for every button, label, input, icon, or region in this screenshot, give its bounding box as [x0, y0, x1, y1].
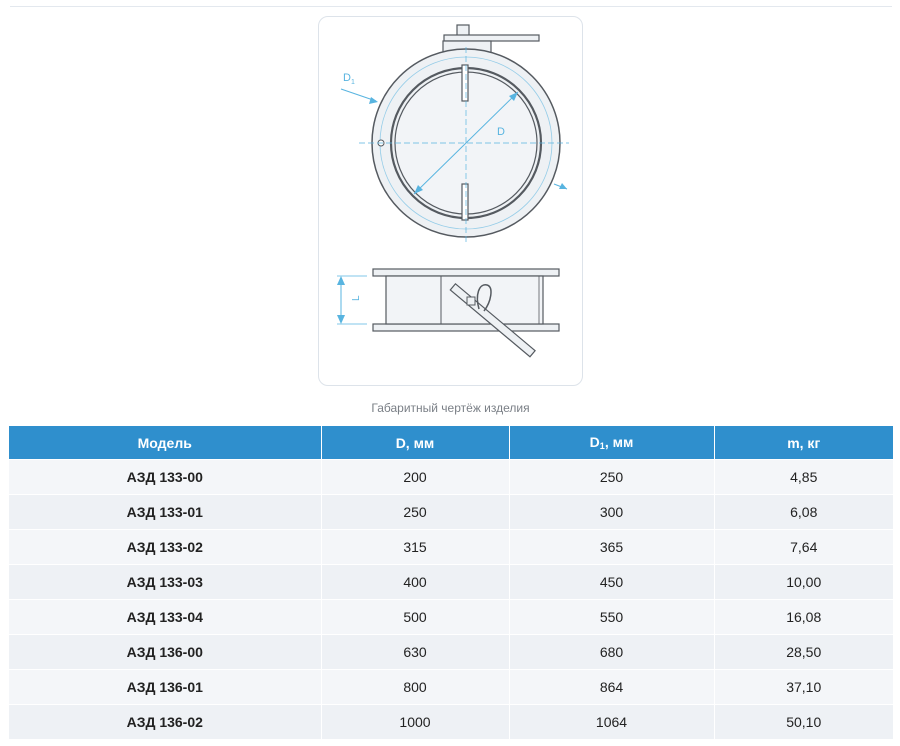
header-m: m, кг — [714, 426, 893, 460]
cell-d: 200 — [321, 459, 510, 495]
cell-model: АЗД 133-01 — [9, 494, 322, 530]
side-view: L — [337, 268, 560, 358]
cell-model: АЗД 136-02 — [9, 704, 322, 740]
l-label: L — [351, 295, 362, 301]
cell-m: 6,08 — [714, 494, 893, 530]
d1-label-sub: 1 — [351, 79, 355, 86]
actuator-lever — [443, 34, 540, 42]
cell-m: 10,00 — [714, 564, 893, 600]
cell-d: 630 — [321, 634, 510, 670]
cell-d1: 300 — [509, 494, 715, 530]
drawing-card: D D1 L — [318, 16, 583, 386]
cell-d1: 450 — [509, 564, 715, 600]
shaft-bottom — [461, 183, 469, 221]
cell-d: 500 — [321, 599, 510, 635]
table-row: АЗД 136-01 800 864 37,10 — [9, 669, 893, 705]
cell-d: 1000 — [321, 704, 510, 740]
table-row: АЗД 133-02 315 365 7,64 — [9, 529, 893, 565]
cell-m: 7,64 — [714, 529, 893, 565]
table-row: АЗД 133-03 400 450 10,00 — [9, 564, 893, 600]
header-model: Модель — [9, 426, 322, 460]
shaft-top — [461, 64, 469, 102]
drawing-caption: Габаритный чертёж изделия — [371, 401, 530, 415]
cell-d1: 550 — [509, 599, 715, 635]
cell-m: 28,50 — [714, 634, 893, 670]
cell-d1: 250 — [509, 459, 715, 495]
cell-m: 37,10 — [714, 669, 893, 705]
cell-d1: 680 — [509, 634, 715, 670]
cell-model: АЗД 133-02 — [9, 529, 322, 565]
header-d1: D1, мм — [509, 426, 715, 460]
side-flange-bottom — [372, 323, 560, 332]
d1-label-main: D — [343, 72, 351, 84]
cell-d1: 864 — [509, 669, 715, 705]
dimensional-drawing: D D1 L — [337, 24, 569, 358]
table-row: АЗД 133-01 250 300 6,08 — [9, 494, 893, 530]
cell-model: АЗД 136-00 — [9, 634, 322, 670]
header-d1-unit: , мм — [604, 434, 634, 450]
side-flange-top — [372, 268, 560, 277]
d1-label: D1 — [343, 72, 355, 86]
cell-model: АЗД 133-00 — [9, 459, 322, 495]
cell-model: АЗД 136-01 — [9, 669, 322, 705]
cell-m: 50,10 — [714, 704, 893, 740]
cell-model: АЗД 133-03 — [9, 564, 322, 600]
cell-m: 4,85 — [714, 459, 893, 495]
table-row: АЗД 136-02 1000 1064 50,10 — [9, 704, 893, 740]
d1-arrow — [369, 97, 378, 104]
cell-d: 315 — [321, 529, 510, 565]
d-label: D — [497, 126, 505, 138]
spec-table: Модель D, мм D1, мм m, кг АЗД 133-00 200… — [9, 426, 893, 740]
table-row: АЗД 133-00 200 250 4,85 — [9, 459, 893, 495]
cell-d: 800 — [321, 669, 510, 705]
table-row: АЗД 136-00 630 680 28,50 — [9, 634, 893, 670]
cell-d1: 1064 — [509, 704, 715, 740]
front-view: D D1 — [340, 24, 569, 242]
header-d1-main: D — [589, 434, 600, 450]
table-header-row: Модель D, мм D1, мм m, кг — [9, 426, 893, 460]
table-row: АЗД 133-04 500 550 16,08 — [9, 599, 893, 635]
l-arrow-top — [337, 276, 345, 285]
cell-model: АЗД 133-04 — [9, 599, 322, 635]
cell-m: 16,08 — [714, 599, 893, 635]
cell-d1: 365 — [509, 529, 715, 565]
cell-d: 400 — [321, 564, 510, 600]
l-arrow-bottom — [337, 315, 345, 324]
header-d: D, мм — [321, 426, 510, 460]
side-pivot — [466, 296, 476, 306]
cell-d: 250 — [321, 494, 510, 530]
top-divider — [10, 6, 892, 7]
